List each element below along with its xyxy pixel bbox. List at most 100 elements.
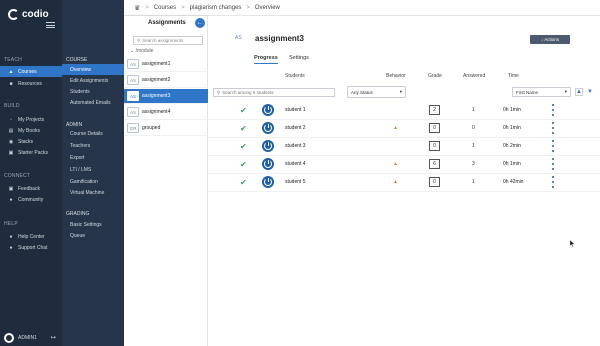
nav-item-label: Courses: [18, 68, 37, 75]
nav-item-feedback[interactable]: ▣ Feedback: [0, 183, 62, 194]
assignment-type-badge: AS: [235, 35, 242, 41]
behavior-flag-icon: ▲: [393, 179, 398, 185]
home-icon[interactable]: ♛: [134, 4, 140, 12]
graduation-icon: ▲: [8, 68, 14, 75]
nav-item-my-books[interactable]: ▤ My Books: [0, 125, 62, 136]
sort-descending-button[interactable]: ▼: [586, 88, 594, 96]
nav-item-support-chat[interactable]: ● Support Chat: [0, 242, 62, 253]
box-icon: ▣: [8, 149, 14, 156]
assignment-row-selected[interactable]: AS assignment3: [124, 89, 208, 104]
assignment-row[interactable]: AS assignment1: [124, 57, 208, 72]
time-spent: 0h 42min: [503, 179, 524, 185]
status-filter-select[interactable]: Any Status ▾: [347, 86, 406, 98]
arrow-up-icon: ▲: [576, 89, 582, 95]
tab-settings[interactable]: Settings: [289, 55, 309, 61]
actions-button[interactable]: ↓ Actions: [530, 35, 570, 44]
subnav-item-automated-emails[interactable]: Automated Emails: [62, 97, 124, 108]
answered-count: 1: [472, 107, 475, 113]
column-header-time: Time: [508, 73, 519, 79]
user-menu[interactable]: ADMIN1 ↦: [0, 329, 62, 346]
nav-item-resources[interactable]: ■ Resources: [0, 78, 62, 89]
subnav-item-lti-lms[interactable]: LTI / LMS: [62, 164, 124, 175]
power-icon[interactable]: [262, 158, 274, 170]
nav-item-my-projects[interactable]: ▫ My Projects: [0, 114, 62, 125]
grade-input[interactable]: 0: [429, 123, 440, 133]
mouse-cursor-icon: [570, 240, 575, 247]
more-options-icon[interactable]: [551, 104, 555, 116]
nav-item-label: My Projects: [18, 116, 45, 123]
assignment-row[interactable]: GR grouped: [124, 121, 208, 136]
assignment-name: assignment1: [142, 61, 171, 67]
more-options-icon[interactable]: [551, 158, 555, 170]
breadcrumb-course[interactable]: plagiarism changes: [190, 5, 242, 11]
behavior-flag-icon: ▲: [393, 125, 398, 131]
nav-item-help-center[interactable]: ● Help Center: [0, 231, 62, 242]
breadcrumb-courses[interactable]: Courses: [154, 5, 176, 11]
grade-input[interactable]: 0: [429, 141, 440, 151]
table-row: ✔ student 2 ▲ 0 0 0h 1min: [208, 120, 600, 138]
student-name[interactable]: student 5: [285, 179, 306, 185]
question-icon: ●: [9, 233, 13, 240]
table-row: ✔ student 4 ▲ 6 3 0h 1min: [208, 156, 600, 174]
module-header[interactable]: ⌄ /module: [130, 48, 153, 54]
assignment-search-input[interactable]: ⚲ Search assignments: [133, 36, 203, 45]
check-icon: ✔: [240, 106, 247, 115]
assignment-type-badge: AS: [127, 91, 139, 101]
student-name[interactable]: student 1: [285, 107, 306, 113]
grade-input[interactable]: 0: [429, 177, 440, 187]
assignments-panel: Assignments ← ⚲ Search assignments ⌄ /mo…: [124, 16, 208, 346]
subnav-item-students[interactable]: Students: [62, 86, 124, 97]
assignment-name: assignment2: [142, 77, 171, 83]
student-search-input[interactable]: ⚲ Search among 5 students: [213, 88, 335, 97]
nav-item-starter-packs[interactable]: ▣ Starter Packs: [0, 147, 62, 158]
main-sidebar: codio TEACH ▲ Courses ■ Resources BUILD …: [0, 0, 62, 346]
grade-input[interactable]: 2: [429, 105, 440, 115]
more-options-icon[interactable]: [551, 176, 555, 188]
subnav-section-grading: GRADING: [66, 211, 90, 217]
grade-input[interactable]: 6: [429, 159, 440, 169]
table-row: ✔ student 1 2 1 0h 1min: [208, 102, 600, 120]
nav-item-courses[interactable]: ▲ Courses: [0, 66, 62, 77]
assignment-row[interactable]: AS assignment2: [124, 73, 208, 88]
sort-field-value: First Name: [516, 89, 539, 95]
subnav-item-gamification[interactable]: Gamification: [62, 176, 124, 187]
nav-item-label: My Books: [18, 127, 40, 134]
power-icon[interactable]: [262, 122, 274, 134]
more-options-icon[interactable]: [551, 122, 555, 134]
subnav-item-virtual-machine[interactable]: Virtual Machine: [62, 187, 124, 198]
subnav-item-edit-assignments[interactable]: Edit Assignments: [62, 75, 124, 86]
subnav-item-queue[interactable]: Queue: [62, 230, 124, 241]
assignment-row[interactable]: AS assignment4: [124, 105, 208, 120]
book-icon: ▤: [8, 127, 14, 134]
logout-icon[interactable]: ↦: [51, 334, 56, 341]
subnav-item-course-details[interactable]: Course Details: [62, 128, 124, 139]
menu-toggle-icon[interactable]: [46, 22, 55, 28]
nav-item-label: Support Chat: [18, 244, 48, 251]
subnav-item-overview[interactable]: Overview: [62, 64, 124, 75]
power-icon[interactable]: [262, 176, 274, 188]
sort-ascending-button[interactable]: ▲: [575, 88, 583, 96]
subnav-item-teachers[interactable]: Teachers: [62, 140, 124, 151]
subnav-item-basic-settings[interactable]: Basic Settings: [62, 219, 124, 230]
check-icon: ✔: [240, 142, 247, 151]
tab-progress[interactable]: Progress: [254, 55, 278, 64]
assignment-search-placeholder: Search assignments: [142, 38, 184, 43]
nav-item-stacks[interactable]: ◉ Stacks: [0, 136, 62, 147]
page-title: assignment3: [255, 34, 304, 43]
breadcrumb-separator: >: [181, 4, 185, 11]
collapse-panel-button[interactable]: ←: [195, 18, 205, 28]
more-options-icon[interactable]: [551, 140, 555, 152]
student-name[interactable]: student 3: [285, 143, 306, 149]
nav-item-community[interactable]: ● Community: [0, 194, 62, 205]
student-name[interactable]: student 2: [285, 125, 306, 131]
arrow-down-icon: ▼: [587, 89, 593, 95]
power-icon[interactable]: [262, 140, 274, 152]
status-filter-value: Any Status: [351, 89, 373, 95]
subnav-item-export[interactable]: Export: [62, 152, 124, 163]
chevron-down-icon: ▾: [564, 89, 567, 94]
assignment-type-badge: AS: [127, 59, 139, 69]
power-icon[interactable]: [262, 104, 274, 116]
chevron-down-icon: ▾: [399, 89, 402, 94]
student-name[interactable]: student 4: [285, 161, 306, 167]
sort-field-select[interactable]: First Name ▾: [512, 87, 571, 97]
